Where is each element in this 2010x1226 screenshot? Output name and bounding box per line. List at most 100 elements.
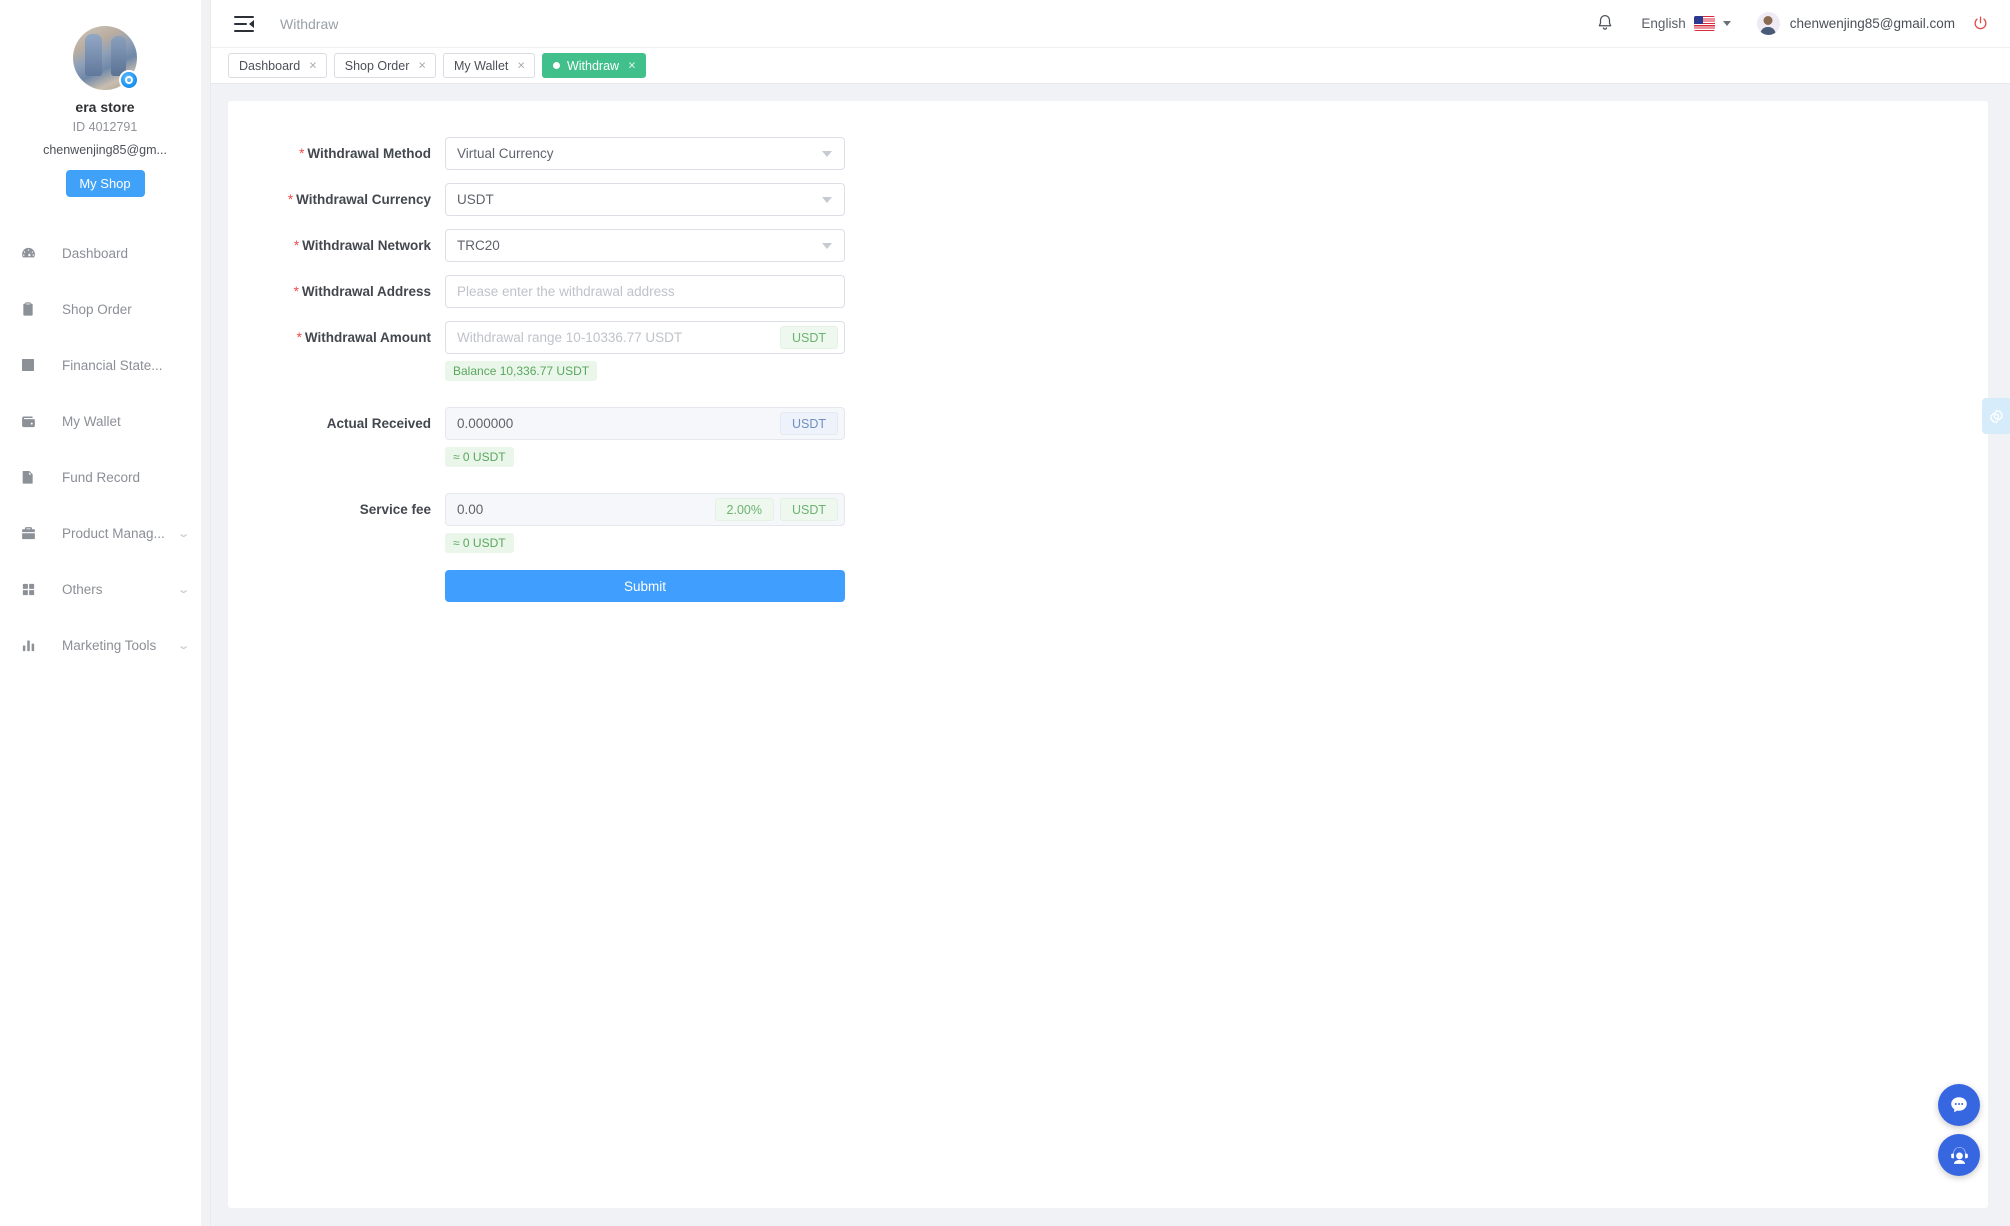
tab-label: Dashboard (239, 59, 300, 73)
service-fee-hint: ≈ 0 USDT (445, 533, 514, 553)
collapse-menu-icon[interactable] (234, 16, 254, 32)
notification-bell-icon[interactable] (1595, 13, 1617, 35)
store-name: era store (0, 99, 210, 115)
user-menu[interactable]: chenwenjing85@gmail.com (1757, 12, 1955, 35)
clipboard-icon (17, 298, 39, 320)
verified-badge-icon (119, 70, 139, 90)
sidebar-item-shop-order[interactable]: Shop Order (0, 281, 210, 337)
currency-badge: USDT (780, 326, 838, 349)
tab-label: Shop Order (345, 59, 410, 73)
field-control: Please enter the withdrawal address (445, 275, 845, 308)
input-suffix: 2.00% USDT (715, 498, 844, 521)
briefcase-icon (17, 522, 39, 544)
field-label: Service fee (228, 493, 445, 526)
close-icon[interactable]: × (517, 59, 525, 72)
avatar (73, 26, 137, 90)
wallet-icon (17, 410, 39, 432)
field-label: *Withdrawal Network (228, 229, 445, 262)
us-flag-icon (1694, 16, 1715, 31)
required-asterisk: * (288, 192, 293, 207)
active-dot-icon (553, 62, 560, 69)
field-label: *Withdrawal Method (228, 137, 445, 170)
field-row-withdrawal-address: *Withdrawal Address Please enter the wit… (228, 275, 1988, 308)
label-text: Withdrawal Network (302, 238, 431, 253)
actual-received-hint: ≈ 0 USDT (445, 447, 514, 467)
sidebar-item-label: Dashboard (62, 246, 188, 261)
sidebar-menu: Dashboard Shop Order Financial State... (0, 225, 210, 673)
service-fee-wrapper: 0.00 2.00% USDT (445, 493, 845, 526)
dashboard-icon (17, 242, 39, 264)
my-shop-button[interactable]: My Shop (66, 170, 145, 197)
sidebar-item-others[interactable]: Others ⌄ (0, 561, 210, 617)
withdrawal-currency-select[interactable]: USDT (445, 183, 845, 216)
sidebar-item-financial-statement[interactable]: Financial State... (0, 337, 210, 393)
submit-control: Submit (445, 570, 845, 602)
sidebar-item-my-wallet[interactable]: My Wallet (0, 393, 210, 449)
chat-bubble-icon[interactable] (1938, 1084, 1980, 1126)
field-row-service-fee: Service fee 0.00 2.00% USDT ≈ 0 USDT (228, 493, 1988, 553)
tab-withdraw[interactable]: Withdraw × (542, 53, 646, 78)
field-control: TRC20 (445, 229, 845, 262)
input-suffix: USDT (780, 412, 844, 435)
sidebar-item-product-management[interactable]: Product Manag... ⌄ (0, 505, 210, 561)
tab-label: Withdraw (567, 59, 619, 73)
power-logout-icon[interactable] (1971, 14, 1990, 33)
tab-strip: Dashboard × Shop Order × My Wallet × Wit… (211, 48, 2010, 84)
withdrawal-amount-wrapper[interactable]: Withdrawal range 10-10336.77 USDT USDT (445, 321, 845, 354)
currency-badge: USDT (780, 498, 838, 521)
withdrawal-network-select[interactable]: TRC20 (445, 229, 845, 262)
close-icon[interactable]: × (628, 59, 636, 72)
submit-button[interactable]: Submit (445, 570, 845, 602)
withdrawal-method-select[interactable]: Virtual Currency (445, 137, 845, 170)
field-control: 0.000000 USDT ≈ 0 USDT (445, 407, 845, 467)
selected-value: Virtual Currency (457, 146, 822, 161)
sidebar-profile: era store ID 4012791 chenwenjing85@gm...… (0, 0, 210, 197)
field-label: *Withdrawal Amount (228, 321, 445, 354)
service-fee-value: 0.00 (457, 502, 715, 517)
close-icon[interactable]: × (418, 59, 426, 72)
sidebar-item-dashboard[interactable]: Dashboard (0, 225, 210, 281)
label-text: Withdrawal Currency (296, 192, 431, 207)
required-asterisk: * (294, 238, 299, 253)
store-id: ID 4012791 (0, 120, 210, 134)
submit-row: Submit (228, 570, 1988, 602)
chevron-down-icon (1723, 21, 1731, 26)
actual-received-value: 0.000000 (457, 416, 780, 431)
withdrawal-address-wrapper[interactable]: Please enter the withdrawal address (445, 275, 845, 308)
required-asterisk: * (299, 146, 304, 161)
field-label: *Withdrawal Address (228, 275, 445, 308)
actual-received-wrapper: 0.000000 USDT (445, 407, 845, 440)
language-selector[interactable]: English (1641, 16, 1730, 31)
close-icon[interactable]: × (309, 59, 317, 72)
required-asterisk: * (297, 330, 302, 345)
sidebar-scrollbar[interactable] (201, 0, 210, 1226)
main-area: Withdraw English chenwenjing85@gmail.com (211, 0, 2010, 1226)
chevron-down-icon (822, 197, 832, 203)
bar-chart-icon (17, 634, 39, 656)
tab-dashboard[interactable]: Dashboard × (228, 53, 327, 78)
customer-support-icon[interactable] (1938, 1134, 1980, 1176)
content-area: *Withdrawal Method Virtual Currency *Wit… (211, 84, 2010, 1226)
top-header: Withdraw English chenwenjing85@gmail.com (211, 0, 2010, 48)
chevron-down-icon (822, 243, 832, 249)
selected-value: USDT (457, 192, 822, 207)
field-row-withdrawal-amount: *Withdrawal Amount Withdrawal range 10-1… (228, 321, 1988, 381)
label-text: Withdrawal Address (302, 284, 431, 299)
document-icon (17, 466, 39, 488)
sidebar-item-label: My Wallet (62, 414, 188, 429)
field-control: Withdrawal range 10-10336.77 USDT USDT B… (445, 321, 845, 381)
tab-my-wallet[interactable]: My Wallet × (443, 53, 535, 78)
withdrawal-address-input[interactable]: Please enter the withdrawal address (457, 284, 844, 299)
tab-shop-order[interactable]: Shop Order × (334, 53, 436, 78)
sidebar-item-marketing-tools[interactable]: Marketing Tools ⌄ (0, 617, 210, 673)
withdrawal-amount-input[interactable]: Withdrawal range 10-10336.77 USDT (457, 330, 780, 345)
settings-gear-icon[interactable] (1982, 398, 2010, 434)
label-text: Withdrawal Amount (305, 330, 431, 345)
language-label: English (1641, 16, 1685, 31)
sidebar-item-fund-record[interactable]: Fund Record (0, 449, 210, 505)
chevron-down-icon: ⌄ (176, 639, 190, 652)
field-control: Virtual Currency (445, 137, 845, 170)
header-right-controls: English chenwenjing85@gmail.com (1595, 12, 1990, 35)
page-title: Withdraw (280, 16, 338, 32)
sidebar-item-label: Financial State... (62, 358, 188, 373)
